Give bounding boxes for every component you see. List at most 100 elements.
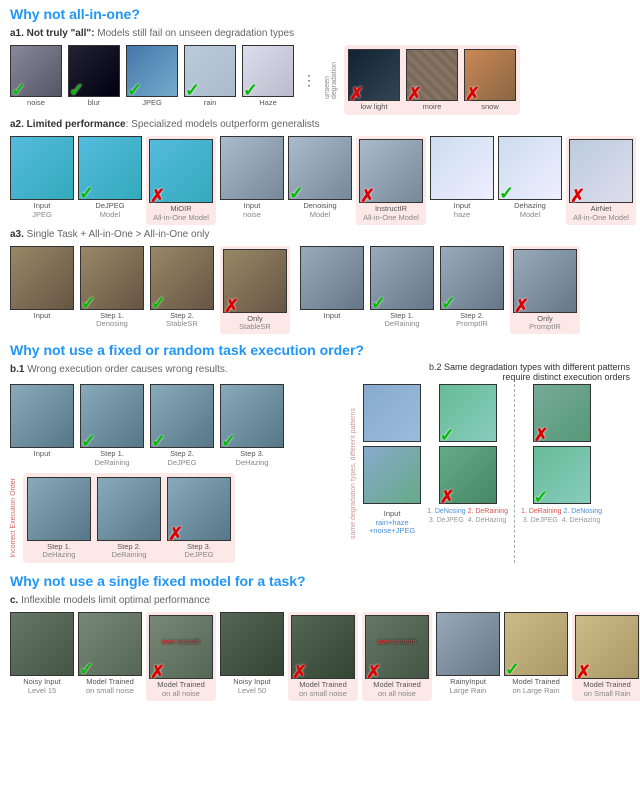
thumb bbox=[10, 384, 74, 448]
section-3-title: Why not use a single fixed model for a t… bbox=[0, 567, 640, 593]
thumb: ✗ bbox=[575, 615, 639, 679]
check-icon: ✓ bbox=[185, 80, 201, 96]
thumb: ✗over smooth bbox=[149, 615, 213, 679]
cross-icon: ✗ bbox=[407, 84, 423, 100]
check-icon: ✓ bbox=[11, 80, 27, 96]
check-icon: ✓ bbox=[440, 425, 456, 441]
thumb: ✓ bbox=[68, 45, 120, 97]
thumb: ✗ bbox=[167, 477, 231, 541]
cross-icon: ✗ bbox=[360, 186, 376, 202]
thumb: ✓ bbox=[220, 384, 284, 448]
cross-icon: ✗ bbox=[224, 296, 240, 312]
b2-col1-labels: 1. DeNosing 2. DeRaining3. DeJPEG 4. DeH… bbox=[427, 508, 508, 525]
thumb: ✓ bbox=[78, 136, 142, 200]
check-icon: ✓ bbox=[499, 183, 515, 199]
a3-caption: a3. Single Task + All-in-One > All-in-On… bbox=[0, 227, 640, 242]
thumb bbox=[97, 477, 161, 541]
c-row: Noisy InputLevel 15✓Model Trainedon smal… bbox=[0, 608, 640, 703]
a1-unseen-box: ✗low light ✗moire ✗snow bbox=[344, 45, 520, 115]
unseen-label: unseen degradation bbox=[324, 60, 338, 101]
check-icon: ✓ bbox=[127, 80, 143, 96]
thumb: ✗ bbox=[569, 139, 633, 203]
section-1-title: Why not all-in-one? bbox=[0, 0, 640, 26]
cross-icon: ✗ bbox=[514, 296, 530, 312]
thumb bbox=[10, 246, 74, 310]
thumb: ✓ bbox=[504, 612, 568, 676]
b2-caption: b.2 Same degradation types with differen… bbox=[429, 362, 640, 382]
thumb bbox=[430, 136, 494, 200]
b1-incorrect-box: Step 1.DeHazingStep 2.DeRaining✗Step 3.D… bbox=[23, 473, 235, 564]
cross-icon: ✗ bbox=[465, 84, 481, 100]
check-icon: ✓ bbox=[151, 293, 167, 309]
cross-icon: ✗ bbox=[168, 524, 184, 540]
thumb: ✓ bbox=[126, 45, 178, 97]
thumb: ✗ bbox=[359, 139, 423, 203]
thumb bbox=[220, 612, 284, 676]
thumb bbox=[300, 246, 364, 310]
b2-sidelabel: same degradation types, different patter… bbox=[350, 406, 357, 541]
thumb: ✓ bbox=[80, 384, 144, 448]
thumb: ✗ bbox=[149, 139, 213, 203]
thumb: ✗ bbox=[533, 384, 591, 442]
thumb: ✓ bbox=[533, 446, 591, 504]
c-caption: c. Inflexible models limit optimal perfo… bbox=[0, 593, 640, 608]
check-icon: ✓ bbox=[243, 80, 259, 96]
thumb: ✗ bbox=[513, 249, 577, 313]
thumb: ✓ bbox=[440, 246, 504, 310]
thumb bbox=[436, 612, 500, 676]
thumb bbox=[10, 136, 74, 200]
thumb bbox=[10, 612, 74, 676]
thumb: ✗ bbox=[291, 615, 355, 679]
thumb: ✓ bbox=[150, 384, 214, 448]
cross-icon: ✗ bbox=[150, 662, 166, 678]
thumb bbox=[27, 477, 91, 541]
section-2-title: Why not use a fixed or random task execu… bbox=[0, 336, 640, 362]
check-icon: ✓ bbox=[289, 183, 305, 199]
thumb bbox=[220, 136, 284, 200]
thumb: ✗over smooth bbox=[365, 615, 429, 679]
a1-caption: a1. Not truly "all": Models still fail o… bbox=[0, 26, 640, 41]
ellipsis-icon: ⋮ bbox=[300, 72, 318, 89]
thumb: ✗ bbox=[439, 446, 497, 504]
check-icon: ✓ bbox=[79, 659, 95, 675]
cross-icon: ✗ bbox=[292, 662, 308, 678]
thumb: ✓ bbox=[242, 45, 294, 97]
a3-row: Input✓Step 1.Denosing✓Step 2.StableSR✗On… bbox=[0, 242, 640, 337]
check-icon: ✓ bbox=[69, 80, 85, 96]
thumb: ✓ bbox=[498, 136, 562, 200]
thumb: ✓ bbox=[439, 384, 497, 442]
thumb bbox=[363, 384, 421, 442]
incorrect-order-label: Incorrect Execution Order bbox=[10, 476, 17, 560]
check-icon: ✓ bbox=[221, 431, 237, 447]
b1-caption: b.1 Wrong execution order causes wrong r… bbox=[0, 362, 238, 382]
check-icon: ✓ bbox=[534, 487, 550, 503]
b2-input-cap: Inputrain+haze +noise+JPEG bbox=[363, 510, 421, 535]
check-icon: ✓ bbox=[441, 293, 457, 309]
a1-row: ✓noise ✓blur ✓JPEG ✓rain ✓Haze ⋮ unseen … bbox=[0, 41, 640, 117]
cross-icon: ✗ bbox=[440, 487, 456, 503]
thumb: ✓ bbox=[80, 246, 144, 310]
thumb: ✗ bbox=[348, 49, 400, 101]
a2-caption: a2. Limited performance: Specialized mod… bbox=[0, 117, 640, 132]
a2-row: InputJPEG✓DeJPEGModel✗MiOIRAll-in-One Mo… bbox=[0, 132, 640, 227]
thumb: ✗ bbox=[464, 49, 516, 101]
check-icon: ✓ bbox=[371, 293, 387, 309]
cross-icon: ✗ bbox=[576, 662, 592, 678]
thumb: ✓ bbox=[370, 246, 434, 310]
b2-col2-labels: 1. DeRaining 2. DeNosing3. DeJPEG 4. DeH… bbox=[521, 508, 602, 525]
check-icon: ✓ bbox=[81, 431, 97, 447]
check-icon: ✓ bbox=[79, 183, 95, 199]
thumb: ✓ bbox=[10, 45, 62, 97]
cross-icon: ✗ bbox=[366, 662, 382, 678]
thumb: ✓ bbox=[150, 246, 214, 310]
cross-icon: ✗ bbox=[150, 186, 166, 202]
check-icon: ✓ bbox=[505, 659, 521, 675]
thumb: ✓ bbox=[184, 45, 236, 97]
check-icon: ✓ bbox=[151, 431, 167, 447]
thumb: ✓ bbox=[288, 136, 352, 200]
thumb: ✗ bbox=[406, 49, 458, 101]
thumb bbox=[363, 446, 421, 504]
check-icon: ✓ bbox=[81, 293, 97, 309]
thumb: ✗ bbox=[223, 249, 287, 313]
cross-icon: ✗ bbox=[534, 425, 550, 441]
